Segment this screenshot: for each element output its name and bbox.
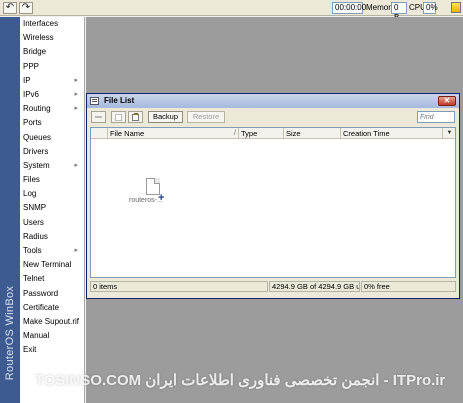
menu-item-label: System [23, 160, 50, 170]
menu-item-label: Files [23, 175, 40, 185]
menu-item-new-terminal[interactable]: New Terminal [20, 258, 84, 272]
header-spacer [91, 128, 108, 139]
menu-item-log[interactable]: Log [20, 187, 84, 201]
copy-glyph [115, 114, 122, 121]
column-creation-time[interactable]: Creation Time [341, 128, 443, 139]
backup-button[interactable]: Backup [148, 111, 183, 123]
menu-item-ppp[interactable]: PPP [20, 60, 84, 74]
column-file-name-label: File Name [110, 129, 145, 138]
menu-item-drivers[interactable]: Drivers [20, 145, 84, 159]
status-bar: 0 items 4294.9 GB of 4294.9 GB u... 0% f… [90, 281, 456, 292]
menu-item-label: Manual [23, 331, 50, 341]
submenu-arrow-icon: ▸ [74, 90, 78, 98]
menu-item-label: Wireless [23, 33, 54, 43]
menu-item-label: IP [23, 75, 31, 85]
menu-item-ports[interactable]: Ports [20, 116, 84, 130]
menu-item-ipv6[interactable]: IPv6 ▸ [20, 88, 84, 102]
paste-clip [134, 113, 138, 115]
memory-value: 0 B [391, 2, 407, 22]
menu-item-password[interactable]: Password [20, 287, 84, 301]
menu-item-files[interactable]: Files [20, 173, 84, 187]
sort-indicator: / [234, 130, 236, 137]
submenu-arrow-icon: ▸ [74, 161, 78, 169]
menu-item-label: Exit [23, 345, 37, 355]
menu-item-make-supout-rif[interactable]: Make Supout.rif [20, 315, 84, 329]
menu-item-manual[interactable]: Manual [20, 329, 84, 343]
close-button[interactable]: ✕ [438, 96, 456, 106]
column-menu-icon[interactable]: ▼ [445, 129, 454, 138]
restore-button[interactable]: Restore [187, 111, 225, 123]
menu-item-label: Make Supout.rif [23, 316, 80, 326]
menu-item-label: IPv6 [23, 89, 40, 99]
menu-item-label: Interfaces [23, 19, 59, 28]
undo-icon[interactable]: ↶ [3, 2, 17, 14]
menu-item-label: PPP [23, 61, 40, 71]
paste-icon[interactable] [128, 111, 143, 123]
menu-item-label: Telnet [23, 274, 45, 284]
menu-item-system[interactable]: System ▸ [20, 159, 84, 173]
menu-item-interfaces[interactable]: Interfaces [20, 17, 84, 31]
find-input[interactable] [417, 111, 455, 123]
watermark: ITPro.ir - انجمن تخصصی فناوری اطلاعات ای… [34, 372, 446, 389]
lock-status-icon [451, 2, 461, 13]
menu-item-label: Password [23, 288, 59, 298]
menu-item-label: SNMP [23, 203, 47, 213]
table-header: File Name / Type Size Creation Time ▼ [91, 128, 455, 139]
status-disk-usage: 4294.9 GB of 4294.9 GB u... [269, 281, 360, 292]
menu-item-radius[interactable]: Radius [20, 230, 84, 244]
menu-item-label: Users [23, 217, 44, 227]
menu-item-label: Ports [23, 118, 42, 128]
menu-item-label: Routing [23, 104, 51, 114]
menu-item-tools[interactable]: Tools ▸ [20, 244, 84, 258]
column-type[interactable]: Type [239, 128, 284, 139]
menu-item-snmp[interactable]: SNMP [20, 201, 84, 215]
column-size[interactable]: Size [284, 128, 341, 139]
status-free: 0% free [361, 281, 456, 292]
brand-bar: RouterOS WinBox [0, 17, 20, 403]
menu-item-ip[interactable]: IP ▸ [20, 74, 84, 88]
menu-item-queues[interactable]: Queues [20, 131, 84, 145]
brand-text: RouterOS WinBox [4, 285, 16, 381]
menu-item-label: Bridge [23, 47, 47, 57]
menu-item-telnet[interactable]: Telnet [20, 272, 84, 286]
column-file-name[interactable]: File Name / [108, 128, 239, 139]
file-list-window: File List ✕ Backup Restore File Name / T… [86, 93, 460, 299]
menu-item-exit[interactable]: Exit [20, 343, 84, 357]
drag-copy-cursor-icon: + [158, 192, 165, 204]
side-menu: Interfaces Wireless Bridge PPP IP ▸ IPv6 ▸ Routi… [20, 17, 85, 403]
remove-glyph [95, 116, 102, 118]
remove-icon[interactable] [91, 111, 106, 123]
file-table: File Name / Type Size Creation Time ▼ ro… [90, 127, 456, 278]
menu-item-label: Queues [23, 132, 52, 142]
window-toolbar: Backup Restore [87, 109, 459, 125]
submenu-arrow-icon: ▸ [74, 105, 78, 113]
menu-item-label: Drivers [23, 146, 49, 156]
menu-item-label: New Terminal [23, 260, 72, 270]
menu-item-bridge[interactable]: Bridge [20, 45, 84, 59]
submenu-arrow-icon: ▸ [74, 76, 78, 84]
menu-item-wireless[interactable]: Wireless [20, 31, 84, 45]
window-title-bar[interactable]: File List ✕ [87, 94, 459, 108]
window-title: File List [104, 96, 135, 105]
menu-item-label: Log [23, 189, 37, 199]
cpu-value: 0% [423, 2, 438, 14]
menu-item-label: Certificate [23, 302, 60, 312]
menu-item-routing[interactable]: Routing ▸ [20, 102, 84, 116]
uptime-display: 00:00:00 [332, 2, 366, 14]
top-toolbar: ↶ ↷ 00:00:00 Memory: 0 B CPU: 0% [0, 0, 463, 22]
menu-item-certificate[interactable]: Certificate [20, 301, 84, 315]
redo-icon[interactable]: ↷ [19, 2, 33, 14]
menu-item-label: Radius [23, 231, 48, 241]
menu-item-label: Tools [23, 246, 42, 255]
copy-icon[interactable] [111, 111, 126, 123]
status-items: 0 items [90, 281, 268, 292]
submenu-arrow-icon: ▸ [74, 247, 78, 254]
paste-glyph [132, 114, 139, 121]
menu-item-users[interactable]: Users [20, 216, 84, 230]
window-list-icon [90, 97, 99, 105]
